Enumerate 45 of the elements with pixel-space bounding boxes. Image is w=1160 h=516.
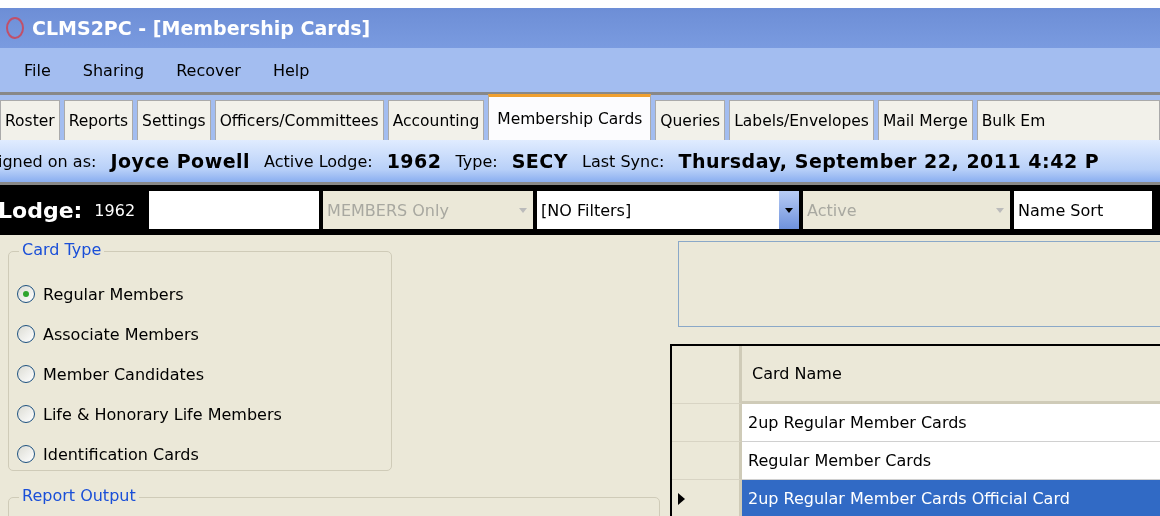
lodge-number: 1962 — [94, 200, 136, 220]
tab[interactable]: Roster — [0, 100, 60, 140]
tab[interactable]: Membership Cards — [488, 94, 652, 140]
group-title: Report Output — [19, 486, 139, 505]
radio-button[interactable] — [17, 365, 35, 383]
info-label: igned on as: — [0, 151, 97, 171]
tab[interactable]: Labels/Envelopes — [729, 100, 874, 140]
input-field[interactable]: Name Sort — [1014, 191, 1153, 229]
table-cell[interactable]: Regular Member Cards — [742, 442, 1160, 480]
lodge-label: Lodge: — [0, 197, 83, 223]
info-value: SECY — [511, 150, 569, 172]
tab[interactable]: Accounting — [387, 100, 485, 140]
radio-label: Life & Honorary Life Members — [43, 404, 282, 424]
info-label: Type: — [455, 151, 498, 171]
current-row-icon — [678, 492, 685, 505]
dropdown[interactable]: [NO Filters] — [537, 191, 800, 229]
menu-item[interactable]: File — [8, 60, 67, 80]
radio-button[interactable] — [17, 445, 35, 463]
window-title: CLMS2PC - [Membership Cards] — [32, 17, 371, 39]
table-cell[interactable]: 2up Regular Member Cards — [742, 404, 1160, 442]
info-label: Active Lodge: — [264, 151, 373, 171]
info-label: Last Sync: — [582, 151, 665, 171]
tab[interactable]: Settings — [137, 100, 211, 140]
menu-item[interactable]: Recover — [160, 60, 257, 80]
table-cell[interactable]: 2up Regular Member Cards Official Card — [742, 480, 1160, 516]
radio-label: Identification Cards — [43, 444, 199, 464]
tab[interactable]: Reports — [63, 100, 134, 140]
info-value: Joyce Powell — [110, 150, 251, 172]
radio-button[interactable] — [17, 325, 35, 343]
app-logo-icon — [6, 17, 24, 39]
radio-label: Regular Members — [43, 284, 184, 304]
menu-item[interactable]: Sharing — [66, 60, 161, 80]
tab[interactable]: Mail Merge — [877, 100, 973, 140]
radio-button[interactable] — [17, 405, 35, 423]
input-field[interactable] — [149, 191, 320, 229]
tab[interactable]: Queries — [655, 100, 726, 140]
group-title: Card Type — [19, 240, 105, 259]
tab[interactable]: Bulk Em — [976, 100, 1160, 140]
radio-button[interactable] — [17, 285, 35, 303]
radio-label: Associate Members — [43, 324, 199, 344]
radio-label: Member Candidates — [43, 364, 205, 384]
menu-item[interactable]: Help — [256, 60, 326, 80]
tab[interactable]: Officers/Committees — [214, 100, 384, 140]
info-value: 1962 — [386, 150, 442, 172]
info-value: Thursday, September 22, 2011 4:42 P — [678, 150, 1100, 172]
